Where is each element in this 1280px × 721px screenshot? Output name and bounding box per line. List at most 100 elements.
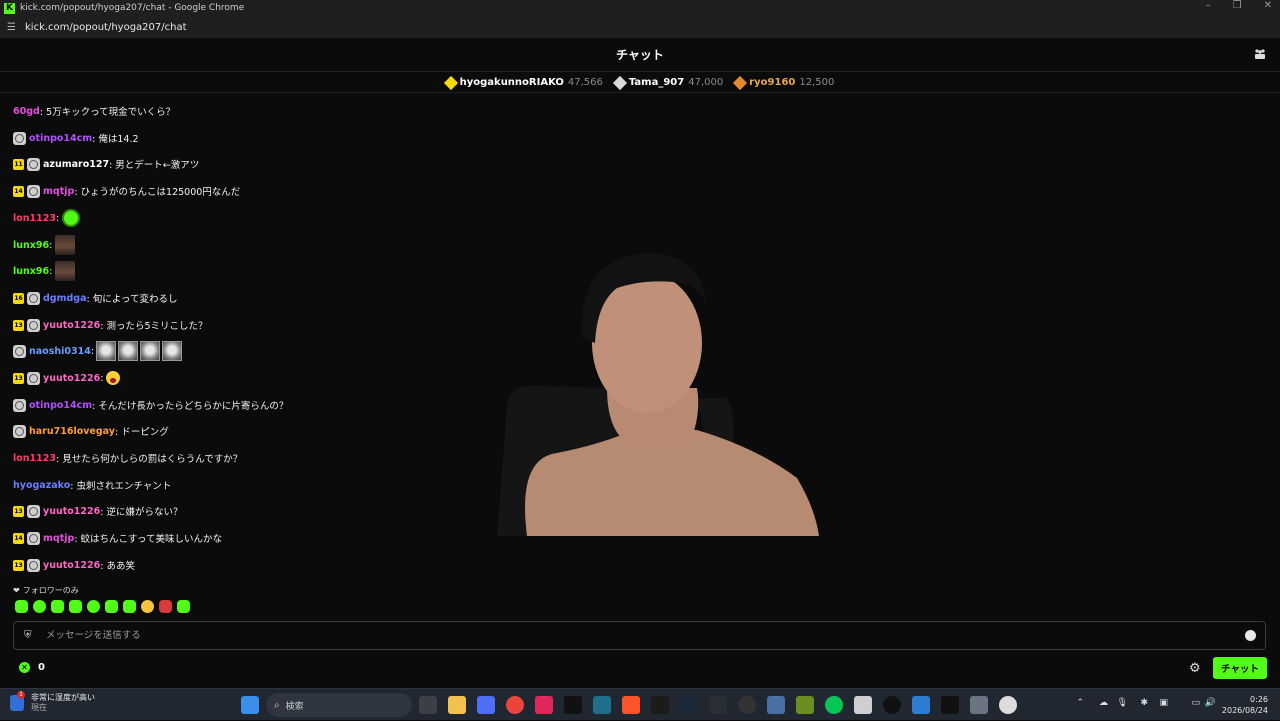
emote-icon[interactable]	[15, 600, 28, 613]
chat-username[interactable]: yuuto1226	[43, 320, 100, 331]
send-chat-button[interactable]: チャット	[1213, 657, 1267, 679]
chat-text: : 蚊はちんこすって美味しいんかな	[74, 534, 222, 545]
app-icon[interactable]	[912, 696, 930, 714]
chat-username[interactable]: lon1123	[13, 213, 56, 224]
chat-username[interactable]: otinpo14cm	[29, 400, 92, 411]
network-icon[interactable]: ▭	[1191, 698, 1200, 708]
portrait-emote-icon	[162, 341, 183, 361]
chat-message: 60gd : 5万キックって現金でいくら？	[13, 101, 175, 121]
app-icon[interactable]	[941, 696, 959, 714]
weather-widget[interactable]: 非常に湿度が高い 現在	[10, 691, 95, 713]
chat-username[interactable]: dgmdga	[43, 293, 87, 304]
chat-username[interactable]: otinpo14cm	[29, 133, 92, 144]
app-icon[interactable]	[709, 696, 727, 714]
chat-username[interactable]: azumaro127	[43, 159, 109, 170]
follower-only-indicator: ❤ フォロワーのみ	[13, 585, 79, 596]
brave-icon[interactable]	[622, 696, 640, 714]
bluetooth-icon[interactable]: ✱	[1140, 698, 1148, 708]
minecraft-icon[interactable]	[796, 696, 814, 714]
emote-icon[interactable]	[33, 600, 46, 613]
emote-icon[interactable]	[69, 600, 82, 613]
emote-icon[interactable]	[123, 600, 136, 613]
chat-username[interactable]: yuuto1226	[43, 560, 100, 571]
taskbar-clock[interactable]: 0:26 2026/08/24	[1222, 694, 1268, 716]
emote-icon[interactable]	[159, 600, 172, 613]
app-icon[interactable]	[593, 696, 611, 714]
window-titlebar: K kick.com/popout/hyoga207/chat - Google…	[0, 0, 1280, 16]
settings-icon[interactable]	[970, 696, 988, 714]
emote-icon[interactable]	[141, 600, 154, 613]
emote-icon[interactable]	[177, 600, 190, 613]
chat-username[interactable]: lunx96	[13, 240, 49, 251]
steam-icon[interactable]	[680, 696, 698, 714]
chat-message: 16 dgmdga : 旬によって変わるし	[13, 288, 177, 308]
obs-icon[interactable]	[738, 696, 756, 714]
emote-icon[interactable]	[51, 600, 64, 613]
chat-username[interactable]: mqtjp	[43, 533, 74, 544]
emoji-picker-icon[interactable]	[1245, 630, 1256, 641]
app-icon[interactable]	[651, 696, 669, 714]
volume-icon[interactable]: 🔊	[1205, 698, 1216, 708]
streamer-webcam-overlay	[497, 248, 823, 536]
app-icon[interactable]	[854, 696, 872, 714]
chat-username[interactable]: lunx96	[13, 266, 49, 277]
app-icon[interactable]	[477, 696, 495, 714]
app-tray-icon[interactable]: ▣	[1159, 698, 1168, 708]
kick-emote-icon	[62, 209, 81, 227]
file-explorer-icon[interactable]	[448, 696, 466, 714]
chat-username[interactable]: haru716lovegay	[29, 426, 115, 437]
address-bar[interactable]: ☰ kick.com/popout/hyoga207/chat	[0, 16, 1280, 38]
chat-username[interactable]: lon1123	[13, 453, 56, 464]
line-icon[interactable]	[825, 696, 843, 714]
windows-start-icon[interactable]	[241, 696, 259, 714]
task-view-icon[interactable]	[419, 696, 437, 714]
close-icon[interactable]: ✕	[1264, 0, 1272, 11]
chat-username[interactable]: naoshi0314	[29, 346, 91, 357]
og-badge-icon	[13, 344, 26, 358]
users-icon[interactable]	[1254, 48, 1266, 60]
weather-condition: 非常に湿度が高い	[31, 693, 95, 702]
minimize-icon[interactable]: –	[1206, 0, 1211, 11]
subscriber-badge-icon: 11	[13, 158, 24, 170]
message-input-box[interactable]: ⛨	[13, 621, 1266, 650]
leader-item[interactable]: Tama_907 47,000	[612, 75, 723, 90]
gear-icon[interactable]: ⚙	[1189, 661, 1201, 676]
unreal-icon[interactable]	[883, 696, 901, 714]
cloud-icon[interactable]: ☁	[1099, 698, 1108, 708]
url-text[interactable]: kick.com/popout/hyoga207/chat	[25, 22, 187, 33]
chat-text: : 俺は14.2	[92, 134, 139, 145]
chat-text: :	[90, 345, 95, 357]
chat-username[interactable]: hyogazako	[13, 480, 70, 491]
app-icon[interactable]	[535, 696, 553, 714]
og-badge-icon	[27, 558, 40, 572]
subscriber-badge-icon: 13	[13, 372, 24, 384]
site-settings-icon[interactable]: ☰	[7, 22, 21, 33]
microphone-icon[interactable]: 🎙	[1117, 698, 1128, 708]
subscriber-badge-icon: 14	[13, 185, 24, 197]
shield-icon[interactable]: ⛨	[24, 630, 34, 641]
chat-username[interactable]: mqtjp	[43, 186, 74, 197]
chat-message: lon1123 : 見せたら何かしらの罰はくらうんですか？	[13, 448, 242, 468]
app-icon[interactable]	[767, 696, 785, 714]
chrome-icon[interactable]	[506, 696, 524, 714]
chat-username[interactable]: yuuto1226	[43, 373, 100, 384]
clock-date: 2026/08/24	[1221, 706, 1268, 715]
og-badge-icon	[27, 157, 40, 171]
os-taskbar: 非常に湿度が高い 現在 ⌕ 検索 ⌃ ☁ 🎙 ✱ ▣ ▭	[0, 688, 1280, 720]
chat-username[interactable]: yuuto1226	[43, 506, 100, 517]
emote-icon[interactable]	[105, 600, 118, 613]
leader-count: 47,566	[567, 77, 603, 88]
tiktok-icon[interactable]	[564, 696, 582, 714]
leader-item[interactable]: ryo9160 12,500	[733, 75, 834, 90]
restore-icon[interactable]: ❐	[1233, 0, 1242, 11]
media-player-icon[interactable]	[999, 696, 1017, 714]
channel-points[interactable]: ✕ 0	[19, 662, 45, 673]
chat-username[interactable]: 60gd	[13, 106, 40, 117]
chat-message: hyogazako : 虫刺されエンチャント	[13, 475, 171, 495]
taskbar-search[interactable]: ⌕ 検索	[266, 693, 412, 717]
chat-text: :	[49, 239, 53, 251]
message-input[interactable]	[46, 630, 1196, 641]
leader-item[interactable]: hyogakunnoRIAKO 47,566	[443, 75, 603, 90]
chevron-up-icon[interactable]: ⌃	[1076, 698, 1084, 708]
emote-icon[interactable]	[87, 600, 100, 613]
